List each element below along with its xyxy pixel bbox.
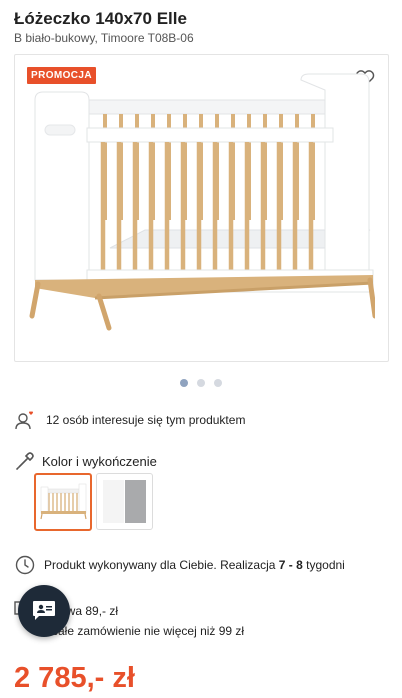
product-image-crib bbox=[29, 73, 375, 331]
delivery-text-before: Produkt wykonywany dla Ciebie. Realizacj… bbox=[44, 558, 279, 572]
chat-button[interactable] bbox=[18, 585, 70, 637]
user-heart-icon bbox=[14, 409, 36, 431]
interest-row: 12 osób interesuje się tym produktem bbox=[14, 409, 245, 431]
color-swatch-white-beech[interactable] bbox=[34, 473, 92, 531]
clock-icon bbox=[14, 554, 36, 576]
product-price: 2 785,- zł bbox=[14, 662, 135, 694]
gallery-pagination bbox=[0, 379, 402, 387]
color-swatch-white-grey[interactable] bbox=[96, 473, 153, 530]
color-section-header: Kolor i wykończenie bbox=[14, 450, 157, 472]
delivery-text: Produkt wykonywany dla Ciebie. Realizacj… bbox=[44, 558, 345, 572]
chat-icon bbox=[33, 601, 55, 620]
gallery-dot[interactable] bbox=[180, 379, 188, 387]
interest-text: 12 osób interesuje się tym produktem bbox=[46, 413, 246, 427]
product-subtitle: B biało-bukowy, Timoore T08B-06 bbox=[14, 31, 194, 45]
eyedropper-icon bbox=[14, 450, 36, 472]
gallery-dot[interactable] bbox=[214, 379, 222, 387]
delivery-info: Produkt wykonywany dla Ciebie. Realizacj… bbox=[14, 554, 345, 576]
delivery-range: 7 - 8 bbox=[278, 558, 303, 572]
color-section-label: Kolor i wykończenie bbox=[42, 453, 157, 469]
product-title: Łóżeczko 140x70 Elle bbox=[14, 9, 187, 28]
shipping-cap-text: całe zamówienie nie więcej niż 99 zł bbox=[52, 624, 245, 638]
delivery-text-after: tygodni bbox=[302, 558, 345, 572]
product-image-card[interactable]: PROMOCJA bbox=[14, 54, 389, 362]
gallery-dot[interactable] bbox=[197, 379, 205, 387]
